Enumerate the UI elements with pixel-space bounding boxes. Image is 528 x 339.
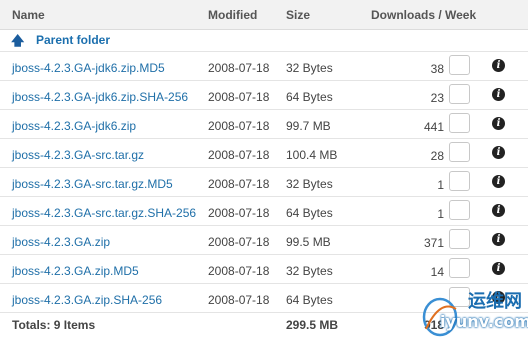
download-sparkline-box	[449, 229, 470, 249]
column-header-name[interactable]: Name	[12, 8, 45, 22]
parent-folder-link[interactable]: Parent folder	[36, 33, 110, 47]
file-name-link[interactable]: jboss-4.2.3.GA-jdk6.zip.SHA-256	[12, 90, 188, 104]
info-icon[interactable]: i	[492, 204, 505, 217]
watermark-url: iyunv.com	[440, 312, 528, 331]
download-sparkline-box	[449, 258, 470, 278]
download-sparkline-box	[449, 142, 470, 162]
file-downloads-count: 1	[437, 207, 444, 221]
file-downloads-count: 371	[423, 236, 444, 250]
info-icon[interactable]: i	[492, 88, 505, 101]
file-name-link[interactable]: jboss-4.2.3.GA.zip	[12, 235, 110, 249]
download-sparkline-box	[449, 171, 470, 191]
file-name-link[interactable]: jboss-4.2.3.GA-jdk6.zip.MD5	[12, 61, 165, 75]
info-icon[interactable]: i	[492, 146, 505, 159]
file-name-link[interactable]: jboss-4.2.3.GA-src.tar.gz.SHA-256	[12, 206, 196, 220]
info-icon[interactable]: i	[492, 117, 505, 130]
info-icon[interactable]: i	[492, 262, 505, 275]
file-modified-date: 2008-07-18	[208, 293, 270, 307]
download-sparkline-box	[449, 55, 470, 75]
file-row[interactable]: jboss-4.2.3.GA.zip 2008-07-18 99.5 MB 371 i	[0, 226, 528, 255]
file-downloads-count: 23	[430, 91, 444, 105]
file-modified-date: 2008-07-18	[208, 206, 270, 220]
file-size: 32 Bytes	[286, 61, 333, 75]
file-size: 99.7 MB	[286, 119, 331, 133]
file-row[interactable]: jboss-4.2.3.GA.zip.MD5 2008-07-18 32 Bytes…	[0, 255, 528, 284]
info-icon[interactable]: i	[492, 59, 505, 72]
file-size: 64 Bytes	[286, 293, 333, 307]
file-row[interactable]: jboss-4.2.3.GA-jdk6.zip.SHA-256 2008-07-1…	[0, 81, 528, 110]
file-row[interactable]: jboss-4.2.3.GA-src.tar.gz 2008-07-18 100.4…	[0, 139, 528, 168]
file-modified-date: 2008-07-18	[208, 61, 270, 75]
up-arrow-icon: 🡅	[11, 33, 25, 48]
column-header-modified[interactable]: Modified	[208, 8, 257, 22]
file-downloads-count: 28	[430, 149, 444, 163]
file-name-link[interactable]: jboss-4.2.3.GA-src.tar.gz.MD5	[12, 177, 173, 191]
file-row[interactable]: jboss-4.2.3.GA-src.tar.gz.MD5 2008-07-18 3…	[0, 168, 528, 197]
file-modified-date: 2008-07-18	[208, 148, 270, 162]
file-size: 32 Bytes	[286, 177, 333, 191]
file-size: 99.5 MB	[286, 235, 331, 249]
totals-size: 299.5 MB	[286, 318, 339, 332]
file-downloads-count: 1	[437, 178, 444, 192]
file-row[interactable]: jboss-4.2.3.GA-src.tar.gz.SHA-256 2008-07…	[0, 197, 528, 226]
totals-label: Totals: 9 Items	[12, 318, 96, 332]
file-row[interactable]: jboss-4.2.3.GA-jdk6.zip 2008-07-18 99.7 MB…	[0, 110, 528, 139]
file-downloads-count: 14	[430, 265, 444, 279]
file-downloads-count: 38	[430, 62, 444, 76]
file-name-link[interactable]: jboss-4.2.3.GA.zip.MD5	[12, 264, 139, 278]
info-icon[interactable]: i	[492, 233, 505, 246]
table-header: Name Modified Size Downloads / Week	[0, 0, 528, 30]
file-downloads-count: 441	[423, 120, 444, 134]
file-modified-date: 2008-07-18	[208, 90, 270, 104]
column-header-size[interactable]: Size	[286, 8, 310, 22]
download-sparkline-box	[449, 113, 470, 133]
download-sparkline-box	[449, 84, 470, 104]
file-name-link[interactable]: jboss-4.2.3.GA-src.tar.gz	[12, 148, 144, 162]
file-modified-date: 2008-07-18	[208, 235, 270, 249]
file-modified-date: 2008-07-18	[208, 177, 270, 191]
file-name-link[interactable]: jboss-4.2.3.GA.zip.SHA-256	[12, 293, 162, 307]
file-size: 64 Bytes	[286, 90, 333, 104]
file-size: 32 Bytes	[286, 264, 333, 278]
column-header-downloads[interactable]: Downloads / Week	[371, 8, 476, 22]
file-size: 64 Bytes	[286, 206, 333, 220]
file-name-link[interactable]: jboss-4.2.3.GA-jdk6.zip	[12, 119, 136, 133]
parent-folder-row[interactable]: 🡅 Parent folder	[0, 30, 528, 52]
info-icon[interactable]: i	[492, 175, 505, 188]
file-modified-date: 2008-07-18	[208, 264, 270, 278]
watermark-text: 运维网	[468, 291, 522, 312]
file-row[interactable]: jboss-4.2.3.GA-jdk6.zip.MD5 2008-07-18 32 …	[0, 52, 528, 81]
watermark-logo: 运维网 iyunv.com	[416, 287, 528, 337]
file-modified-date: 2008-07-18	[208, 119, 270, 133]
file-size: 100.4 MB	[286, 148, 338, 162]
download-sparkline-box	[449, 200, 470, 220]
